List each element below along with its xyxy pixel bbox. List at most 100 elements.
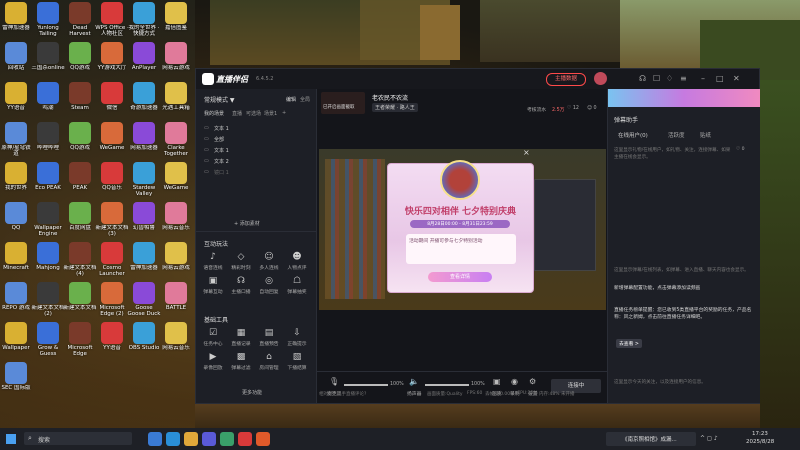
avatar[interactable] [594, 72, 607, 85]
close-icon[interactable]: ✕ [733, 74, 740, 83]
desktop-icon[interactable]: 鸣潮 [31, 82, 65, 117]
desktop-icon[interactable]: 雷神加速器 [0, 2, 33, 37]
desktop-icon[interactable]: Stardew Valley [127, 162, 161, 197]
tool-button[interactable]: ▩ 弹幕过滤 [228, 351, 254, 371]
desktop-icon[interactable]: Steam [63, 82, 97, 117]
live-data-button[interactable]: 主播数据 [546, 73, 586, 86]
desktop-icon[interactable]: 我的世界 [0, 162, 33, 197]
desktop-icon[interactable]: Goose Goose Duck [127, 282, 161, 317]
headset-icon[interactable]: ☊ [639, 74, 646, 83]
desktop-icon[interactable]: QQ [0, 202, 33, 237]
desktop-icon[interactable]: 原神/星穹铁道 [0, 122, 33, 157]
desktop-icon[interactable]: Dead Harvest [63, 2, 97, 37]
stream-title[interactable]: 老农民不农流 [372, 93, 408, 102]
tray-icons[interactable]: ^ ◻ ♪ [700, 435, 718, 442]
live-companion-taskbar-icon[interactable] [238, 432, 252, 446]
desktop-icon[interactable]: BATTLE [159, 282, 193, 317]
desktop-icon[interactable]: 回收站 [0, 42, 33, 77]
tool-button[interactable]: ▣ 弹幕互动 [200, 275, 226, 295]
desktop-icon[interactable]: QQ音乐 [95, 162, 129, 197]
tab-global[interactable]: 全局 [300, 96, 310, 103]
desktop-icon[interactable]: 网易云音乐 [159, 202, 193, 237]
tool-button[interactable]: ☖ 弹幕抽奖 [284, 275, 310, 295]
desktop-icon[interactable]: 嘉倍图鉴 [159, 2, 193, 37]
tool-button[interactable]: ◎ 自动回复 [256, 275, 282, 295]
tab-online-users[interactable]: 在线用户(0) [618, 131, 648, 139]
tool-button[interactable]: ▶ 录像回放 [200, 351, 226, 371]
app-icon[interactable] [256, 432, 270, 446]
desktop-icon[interactable]: WeGame [95, 122, 129, 157]
desktop-icon[interactable]: 新建文本文档 (3) [95, 202, 129, 237]
minimize-icon[interactable]: – [701, 74, 705, 83]
desktop-icon[interactable]: 光遇工具箱 [159, 82, 193, 117]
desktop-icon[interactable]: 网易云游戏 [159, 42, 193, 77]
file-explorer-icon[interactable] [184, 432, 198, 446]
scene-item[interactable]: 文本 2 [214, 158, 229, 165]
scene-item[interactable]: 全部 [214, 136, 224, 143]
stream-preview-canvas[interactable]: 快乐四对相伴 七夕特别庆典 8月28日00:00 - 8月31日23:59 活动… [319, 149, 606, 310]
desktop-icon[interactable]: Minecraft [0, 242, 33, 277]
desktop-icon[interactable]: YY语音 [95, 322, 129, 357]
desktop-icon[interactable]: WPS Office · 人物社区 [95, 2, 129, 37]
desktop-icon[interactable]: Cosmo Launcher [95, 242, 129, 277]
scene-tab-optional[interactable]: 可选场 [246, 110, 261, 117]
tool-button[interactable]: ▤ 直播预告 [256, 327, 282, 347]
scene-tab-1[interactable]: 场景1 [264, 110, 277, 117]
desktop-icon[interactable]: REPO 游戏 [0, 282, 33, 317]
desktop-icon[interactable]: AnPlayer [127, 42, 161, 77]
desktop-icon[interactable]: Yunlong Tailing [31, 2, 65, 37]
chat-icon[interactable]: ☐ [653, 74, 660, 83]
desktop-icon[interactable]: Eco PEAK [31, 162, 65, 197]
event-popup[interactable]: 快乐四对相伴 七夕特别庆典 8月28日00:00 - 8月31日23:59 活动… [387, 160, 534, 293]
stream-thumbnail[interactable]: 已开启画面截取 [321, 92, 365, 114]
tool-button[interactable]: ◇ 精彩时刻 [228, 251, 254, 271]
desktop-icon[interactable]: 我的全世界 · 快捷方式 [127, 2, 161, 37]
clock-date[interactable]: 2025/8/28 [746, 439, 774, 445]
desktop-icon[interactable]: 微信 [95, 82, 129, 117]
clock-time[interactable]: 17:23 [752, 431, 768, 437]
mic-icon[interactable]: 🎙 [329, 377, 339, 386]
desktop-icon[interactable]: OBS Studio [127, 322, 161, 357]
desktop-icon[interactable]: 百度网盘 [63, 202, 97, 237]
scene-item[interactable]: 镜口 1 [214, 169, 229, 176]
gift-icon[interactable]: ♢ [666, 74, 673, 83]
desktop-icon[interactable]: 哔哩哔哩 [31, 122, 65, 157]
scene-tab-live[interactable]: 直播 [232, 110, 242, 117]
desktop-icon[interactable]: YY语音 [0, 82, 33, 117]
desktop-icon[interactable]: 网易加速器 [127, 122, 161, 157]
tool-button[interactable]: ▧ 下播结算 [284, 351, 310, 371]
maximize-icon[interactable]: □ [716, 74, 724, 83]
tool-button[interactable]: ⌂ 房间管理 [256, 351, 282, 371]
desktop-icon[interactable]: 幻兽帕鲁 [127, 202, 161, 237]
mic-volume-slider[interactable] [344, 384, 388, 386]
scene-item[interactable]: 文本 1 [214, 125, 229, 132]
speaker-volume-slider[interactable] [425, 384, 469, 386]
desktop-icon[interactable]: YY游戏大厅 [95, 42, 129, 77]
desktop-icon[interactable]: 三国杀online [31, 42, 65, 77]
add-scene-button[interactable]: + [282, 110, 286, 116]
desktop-icon[interactable]: SEC 国际版 [0, 362, 33, 397]
notice-view-link[interactable]: 去查看 > [616, 339, 642, 348]
active-window-tab[interactable]: 《南京照相馆》成漏... [606, 432, 696, 446]
tab-activity[interactable]: 活跃度 [668, 131, 685, 139]
desktop-icon[interactable]: Clarke Together [159, 122, 193, 157]
promo-banner[interactable] [608, 89, 760, 107]
bottom-tool-icon[interactable]: ▣ [493, 377, 501, 386]
category-tag[interactable]: 王者荣耀 · 路人王 [372, 103, 418, 112]
edge-icon[interactable] [166, 432, 180, 446]
popup-close-icon[interactable]: × [523, 149, 530, 157]
desktop-icon[interactable]: WeGame [159, 162, 193, 197]
desktop-icon[interactable]: 网易云音乐 [159, 322, 193, 357]
taskbar-search[interactable]: ⌕ 搜索 [24, 432, 132, 445]
desktop-icon[interactable]: 新建文本文档 (4) [63, 242, 97, 277]
mode-selector[interactable]: 常规模式 ▼ [204, 95, 235, 104]
desktop-icon[interactable]: 雷神加速器 [127, 242, 161, 277]
desktop-icon[interactable]: Grow & Guess [31, 322, 65, 357]
tool-button[interactable]: ♪ 语音连线 [200, 251, 226, 271]
tab-stickers[interactable]: 贴纸 [700, 131, 711, 139]
tool-button[interactable]: ☊ 主播口播 [228, 275, 254, 295]
app-icon[interactable] [220, 432, 234, 446]
desktop-icon[interactable]: 网易云游戏 [159, 242, 193, 277]
menu-icon[interactable]: ≡ [680, 74, 687, 83]
desktop-icon[interactable]: Microsoft Edge (2) [95, 282, 129, 317]
